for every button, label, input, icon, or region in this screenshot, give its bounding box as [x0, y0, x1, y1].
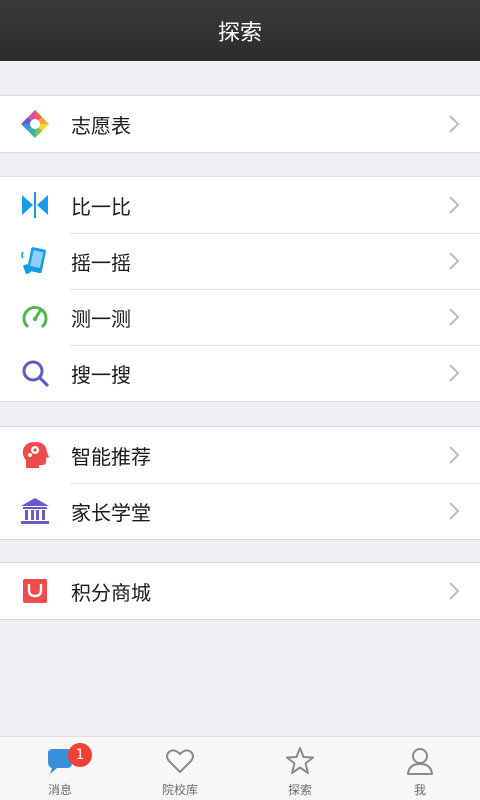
tab-explore[interactable]: 探索 — [240, 737, 360, 800]
tab-college-library[interactable]: 院校库 — [120, 737, 240, 800]
menu-item-label: 智能推荐 — [71, 444, 151, 469]
chevron-right-icon — [449, 446, 460, 464]
star-icon — [286, 747, 314, 774]
menu-group-points: 积分商城 — [0, 562, 480, 620]
menu-group-volunteer: 志愿表 — [0, 95, 480, 153]
chevron-right-icon — [449, 308, 460, 326]
compare-icon — [20, 190, 50, 220]
menu-item-points-mall[interactable]: 积分商城 — [0, 563, 480, 619]
tab-label: 院校库 — [161, 783, 198, 797]
shopping-bag-icon — [20, 576, 50, 606]
menu-item-label: 测一测 — [71, 306, 131, 331]
bottom-tab-bar: 1 消息 院校库 探索 我 — [0, 736, 480, 800]
chevron-right-icon — [449, 252, 460, 270]
menu-item-label: 搜一搜 — [71, 362, 131, 387]
tab-label: 我 — [413, 783, 426, 797]
menu-item-label: 志愿表 — [71, 113, 131, 138]
search-icon — [20, 358, 50, 388]
person-icon — [407, 748, 433, 775]
brain-head-icon — [20, 440, 50, 470]
aperture-icon — [20, 109, 50, 139]
unread-badge: 1 — [68, 743, 92, 767]
chevron-right-icon — [449, 582, 460, 600]
tab-label: 探索 — [287, 783, 312, 797]
chevron-right-icon — [449, 196, 460, 214]
menu-group-learning: 智能推荐 家长学堂 — [0, 426, 480, 540]
menu-item-volunteer-form[interactable]: 志愿表 — [0, 96, 480, 152]
heart-icon — [166, 749, 194, 774]
shake-phone-icon — [20, 246, 50, 276]
menu-item-smart-recommend[interactable]: 智能推荐 — [0, 427, 480, 483]
menu-item-test[interactable]: 测一测 — [0, 289, 480, 345]
page-title: 探索 — [217, 20, 262, 46]
chevron-right-icon — [449, 115, 460, 133]
school-building-icon — [20, 496, 50, 526]
speedometer-icon — [20, 302, 50, 332]
menu-item-label: 家长学堂 — [71, 500, 151, 525]
menu-item-parent-school[interactable]: 家长学堂 — [0, 483, 480, 539]
menu-item-search[interactable]: 搜一搜 — [0, 345, 480, 401]
menu-item-label: 比一比 — [71, 194, 131, 219]
chevron-right-icon — [449, 364, 460, 382]
chevron-right-icon — [449, 502, 460, 520]
tab-me[interactable]: 我 — [360, 737, 480, 800]
menu-item-shake[interactable]: 摇一摇 — [0, 233, 480, 289]
menu-item-label: 摇一摇 — [71, 250, 131, 275]
tab-label: 消息 — [47, 783, 72, 797]
tab-messages[interactable]: 1 消息 — [0, 737, 120, 800]
top-bar: 探索 — [0, 0, 480, 61]
menu-group-tools: 比一比 摇一摇 测一测 搜一搜 — [0, 176, 480, 402]
menu-item-label: 积分商城 — [71, 580, 151, 605]
menu-item-compare[interactable]: 比一比 — [0, 177, 480, 233]
